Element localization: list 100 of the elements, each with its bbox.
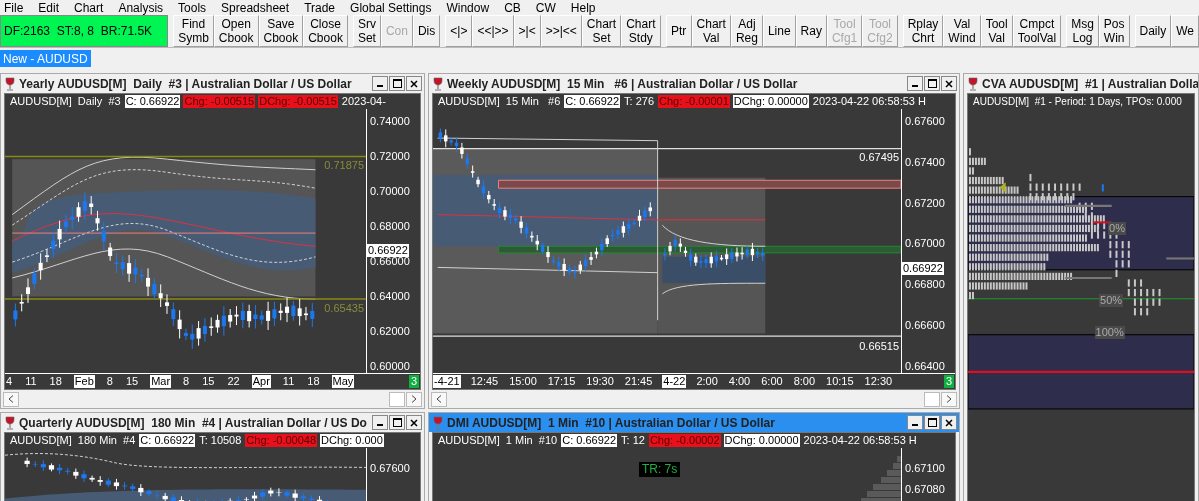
chart-info-text: AUDUSD[M] Daily #3 [9, 95, 122, 108]
menu-item[interactable]: Help [570, 0, 596, 15]
price-axis-label: 0.67000 [904, 237, 946, 251]
price-axis-label: 0.67100 [904, 462, 946, 475]
menu-item[interactable]: Window [446, 0, 490, 15]
time-axis-label: 15 [124, 375, 140, 388]
time-axis-label: 12:45 [469, 375, 500, 388]
chart-info-text: DChg: 0.000 [320, 434, 384, 447]
percent-label: 50% [1099, 293, 1124, 307]
price-axis-label: 0.72000 [369, 150, 411, 163]
chart-info-text: Chg: -0.00001 [658, 95, 730, 108]
window-title: Weekly AUDUSD[M] 15 Min #6 | Australian Dollar / US Dollar [447, 75, 798, 93]
menu-item[interactable]: Trade [304, 0, 336, 15]
count-badge: 3 [943, 375, 954, 388]
toolbar-button[interactable]: Chart Val [691, 15, 731, 47]
chart-info-text: Chg: -0.00048 [245, 434, 318, 447]
price-axis-label: 0.66400 [904, 359, 946, 373]
menu-item[interactable]: Global Settings [350, 0, 432, 15]
toolbar-button[interactable]: >|< [513, 15, 541, 47]
toolbar-button[interactable]: Srv Set [352, 15, 381, 47]
menu-item[interactable]: Analysis [118, 0, 164, 15]
menu-item[interactable]: Tools [178, 0, 207, 15]
chart-info-text: 2023-04-22 06:58:53 H [811, 95, 927, 108]
level-price-label: 0.65435 [324, 301, 364, 315]
price-axis-label: 0.66000 [369, 255, 411, 268]
time-axis-label: 8:00 [792, 375, 817, 388]
last-price-marker: 0.66922 [367, 243, 409, 257]
chart-info-text: C: 0.66922 [139, 434, 196, 447]
time-axis-label: 2:00 [695, 375, 719, 388]
toolbar-button[interactable]: Dis [412, 15, 441, 47]
last-price-marker: 0.66922 [902, 262, 944, 276]
chart-info-text: DChg: 0.00000 [732, 95, 809, 108]
time-axis-label: 22 [226, 375, 241, 388]
time-axis-label: Mar [150, 375, 172, 388]
count-badge: 3 [408, 375, 419, 388]
price-axis-label: 0.60000 [369, 360, 411, 373]
price-axis-label: 0.67080 [904, 483, 946, 496]
toolbar-button[interactable]: Pos Win [1098, 15, 1130, 47]
toolbar-button[interactable]: <|> [445, 15, 473, 47]
price-axis-label: 0.66600 [904, 319, 946, 333]
chart-info-text: T: 10508 [198, 434, 243, 447]
price-axis-label: 0.70000 [369, 185, 411, 198]
toolbar-button[interactable]: Val Wind [943, 15, 981, 47]
time-axis-label: 11 [24, 375, 38, 388]
toolbar-button[interactable]: Tool Val [980, 15, 1013, 47]
level-price-label: 0.71875 [324, 159, 364, 173]
toolbar-button[interactable]: Ray [795, 15, 827, 47]
time-axis-label: 21:45 [623, 375, 654, 388]
chart-info-text: 2023-04- [340, 95, 387, 108]
chart-info-text: Chg: -0.00002 [648, 434, 721, 447]
toolbar-button[interactable]: Daily [1134, 15, 1172, 47]
time-axis-label: 4-22 [662, 375, 687, 388]
price-axis-label: 0.67600 [369, 462, 411, 475]
chart-info-text: C: 0.66922 [561, 434, 618, 447]
level-price-label: 0.67495 [859, 151, 899, 165]
toolbar-button[interactable]: Line [762, 15, 796, 47]
menu-item[interactable]: Edit [38, 0, 60, 15]
time-axis-label: Feb [73, 375, 95, 388]
time-axis-label: 11 [281, 375, 296, 388]
chart-info-text: AUDUSD[M] 1 Min #10 [437, 434, 559, 447]
toolbar-button[interactable]: Rplay Chrt [902, 15, 944, 47]
chart-info-text: T: 276 [623, 95, 656, 108]
chart-info-text: DChg: 0.00000 [723, 434, 800, 447]
price-axis-label: 0.68000 [369, 220, 411, 233]
price-axis-label: 0.62000 [369, 325, 411, 338]
time-axis-label: 4 [5, 375, 14, 388]
toolbar-button[interactable]: >>|<< [540, 15, 582, 47]
toolbar-button[interactable]: Open Cbook [213, 15, 259, 47]
menu-item[interactable]: CW [535, 0, 556, 15]
toolbar-button[interactable]: <<|>> [472, 15, 514, 47]
time-axis-label: 8 [105, 375, 114, 388]
toolbar-button[interactable]: Cmpct ToolVal [1012, 15, 1062, 47]
timer-label: TR: 7s [638, 462, 681, 477]
time-axis-label: 10:15 [825, 375, 855, 388]
chart-info-text: C: 0.66922 [124, 95, 181, 108]
menu-item[interactable]: CB [504, 0, 521, 15]
time-axis-label: 8 [182, 375, 191, 388]
time-axis-label: Apr [251, 375, 271, 388]
toolbar-button[interactable]: Find Symb [173, 15, 214, 47]
toolbar-button[interactable]: Adj Reg [730, 15, 763, 47]
price-axis-label: 0.67200 [904, 196, 946, 210]
time-axis-label: May [331, 375, 355, 388]
menu-item[interactable]: Chart [74, 0, 104, 15]
time-axis-label: 6:00 [760, 375, 784, 388]
chart-info-text: C: 0.66922 [564, 95, 621, 108]
menu-item[interactable]: File [4, 0, 24, 15]
window-title: Quarterly AUDUSD[M] 180 Min #4 | Australian Dollar / US Do [19, 414, 367, 432]
menu-item[interactable]: Spreadsheet [221, 0, 290, 15]
toolbar-button[interactable]: Chart Stdy [621, 15, 661, 47]
time-axis-label: 18 [306, 375, 321, 388]
toolbar-button[interactable]: We [1171, 15, 1199, 47]
chart-info-text: 2023-04-22 06:58:53 H [802, 434, 918, 447]
toolbar-button[interactable]: Msg Log [1066, 15, 1099, 47]
time-axis-label: -4-21 [433, 375, 461, 388]
toolbar-button[interactable]: Chart Set [581, 15, 622, 47]
price-axis-label: 0.67400 [904, 155, 946, 169]
toolbar-button[interactable]: Close Cbook [303, 15, 348, 47]
toolbar-button[interactable]: Save Cbook [258, 15, 304, 47]
chart-info-text: DChg: -0.00515 [258, 95, 338, 108]
toolbar-button[interactable]: Ptr [665, 15, 692, 47]
